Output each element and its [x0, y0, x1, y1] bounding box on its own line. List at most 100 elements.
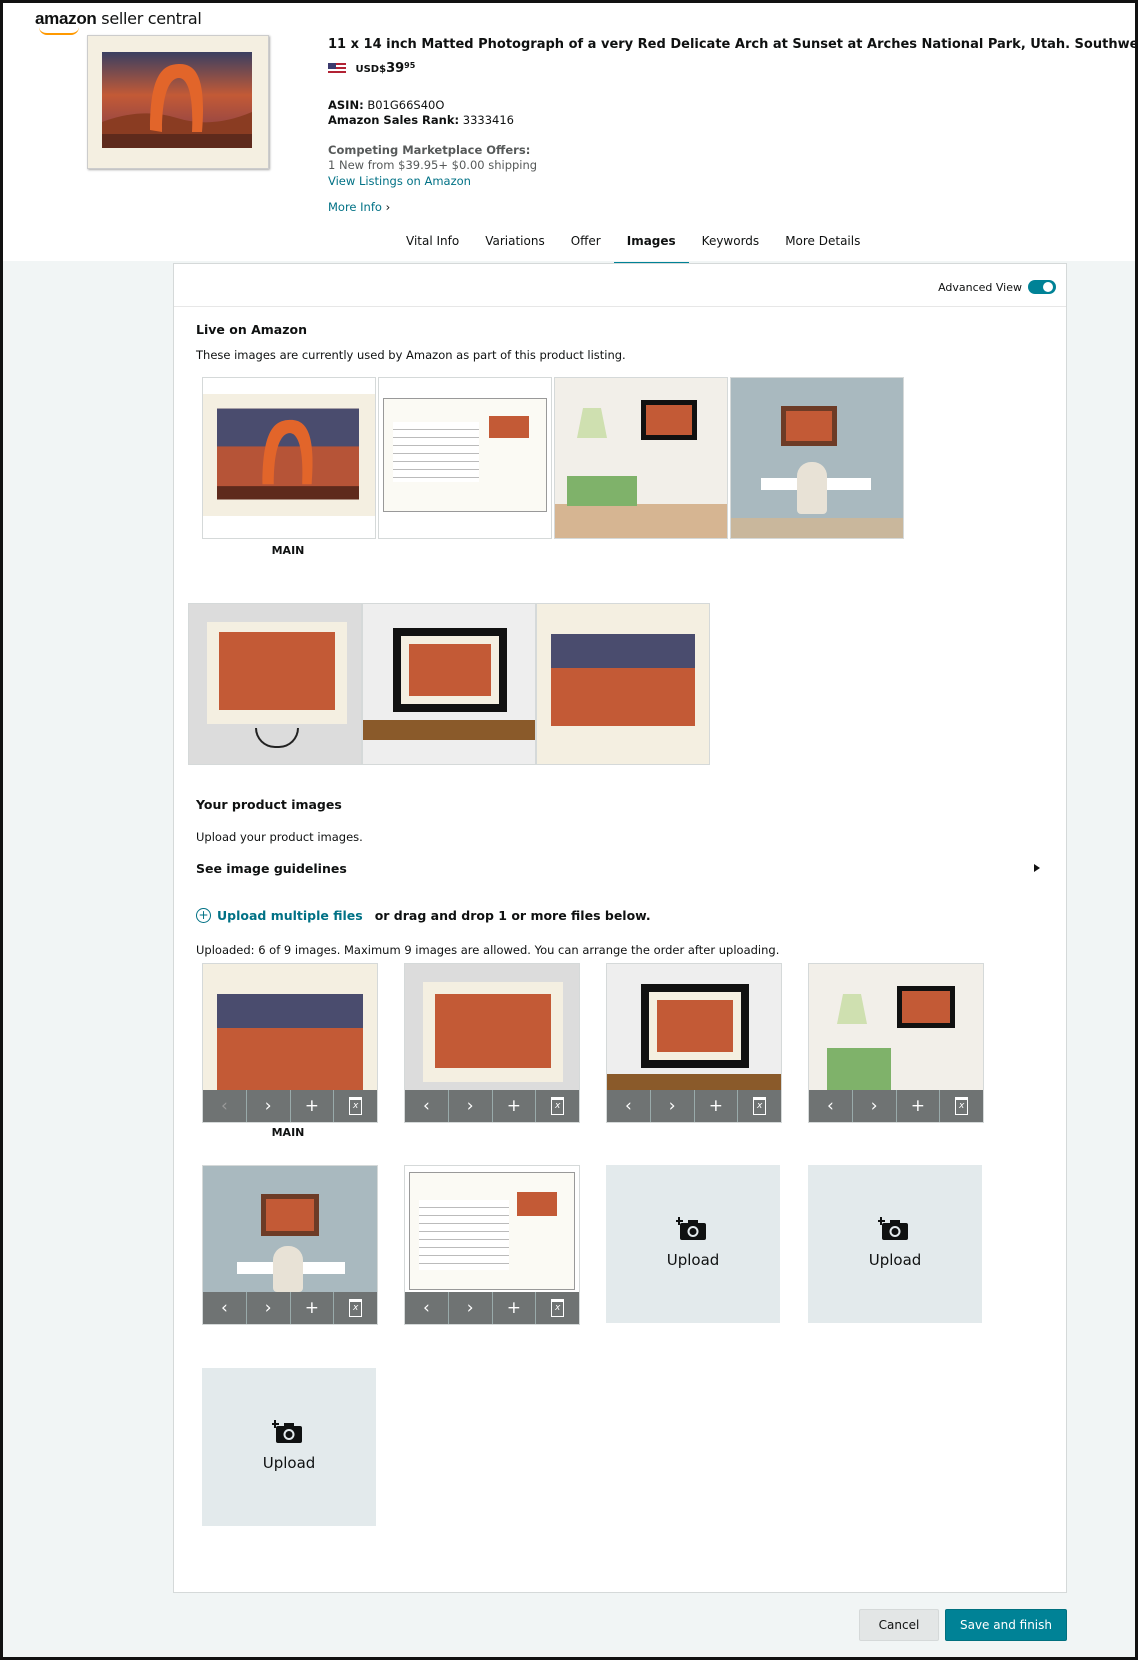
- image-controls: ‹ › + x: [203, 1090, 377, 1122]
- upload-slot-7[interactable]: Upload: [606, 1165, 780, 1323]
- delete-button[interactable]: x: [940, 1090, 983, 1122]
- product-image-1[interactable]: ‹ › + x: [202, 963, 378, 1123]
- tab-bar: Vital Info Variations Offer Images Keywo…: [393, 229, 873, 265]
- product-image-2[interactable]: ‹ › + x: [404, 963, 580, 1123]
- move-left-button[interactable]: ‹: [607, 1090, 651, 1122]
- delete-button[interactable]: x: [536, 1292, 579, 1324]
- sales-rank-row: Amazon Sales Rank: 3333416: [328, 113, 514, 127]
- zoom-button[interactable]: +: [290, 1090, 335, 1122]
- drag-drop-text: or drag and drop 1 or more files below.: [374, 908, 651, 923]
- competing-offers-label: Competing Marketplace Offers:: [328, 143, 531, 157]
- tab-images[interactable]: Images: [613, 229, 689, 265]
- product-image-3[interactable]: ‹ › + x: [606, 963, 782, 1123]
- move-right-button[interactable]: ›: [650, 1090, 695, 1122]
- live-image-easel: [188, 603, 362, 765]
- move-right-button[interactable]: ›: [448, 1292, 493, 1324]
- tab-variations[interactable]: Variations: [472, 229, 558, 260]
- add-photo-icon: [272, 1420, 302, 1443]
- expand-arrow-icon[interactable]: [1034, 864, 1040, 872]
- zoom-button[interactable]: +: [896, 1090, 941, 1122]
- image-controls: ‹ › + x: [607, 1090, 781, 1122]
- add-photo-icon: [878, 1217, 908, 1240]
- trash-icon: x: [551, 1299, 565, 1317]
- your-product-images-heading: Your product images: [196, 797, 342, 812]
- zoom-button[interactable]: +: [492, 1292, 537, 1324]
- advanced-view-toggle-row: Advanced View: [938, 280, 1056, 294]
- plus-circle-icon[interactable]: +: [196, 908, 211, 923]
- image-controls: ‹ › + x: [405, 1292, 579, 1324]
- seller-central-logo[interactable]: amazon seller central: [35, 9, 202, 35]
- live-on-amazon-description: These images are currently used by Amazo…: [196, 348, 626, 362]
- zoom-button[interactable]: +: [492, 1090, 537, 1122]
- images-panel: Advanced View Live on Amazon These image…: [173, 263, 1067, 1593]
- advanced-view-toggle[interactable]: [1028, 280, 1056, 294]
- delete-button[interactable]: x: [536, 1090, 579, 1122]
- trash-icon: x: [955, 1097, 969, 1115]
- arch-photo-icon: [217, 408, 359, 500]
- trash-icon: x: [753, 1097, 767, 1115]
- asin-value: B01G66S40O: [367, 98, 445, 112]
- product-image-4[interactable]: ‹ › + x: [808, 963, 984, 1123]
- upload-slot-8[interactable]: Upload: [808, 1165, 982, 1323]
- trash-icon: x: [551, 1097, 565, 1115]
- main-caption-product: MAIN: [271, 1126, 305, 1139]
- us-flag-icon: [328, 63, 346, 75]
- move-left-button[interactable]: ‹: [809, 1090, 853, 1122]
- logo-smile-icon: [39, 27, 79, 35]
- view-listings-link[interactable]: View Listings on Amazon: [328, 174, 471, 188]
- logo-brand: amazon: [35, 9, 97, 28]
- move-right-button[interactable]: ›: [852, 1090, 897, 1122]
- divider: [174, 306, 1066, 307]
- arch-photo-icon: [102, 52, 252, 148]
- sales-rank-label: Amazon Sales Rank:: [328, 113, 460, 127]
- trash-icon: x: [349, 1299, 363, 1317]
- chevron-right-icon: ›: [385, 200, 391, 214]
- move-left-button[interactable]: ‹: [405, 1090, 449, 1122]
- advanced-view-label: Advanced View: [938, 280, 1022, 294]
- zoom-button[interactable]: +: [290, 1292, 335, 1324]
- move-left-button[interactable]: ‹: [203, 1090, 247, 1122]
- delete-button[interactable]: x: [334, 1292, 377, 1324]
- more-info-label: More Info: [328, 200, 382, 214]
- tab-offer[interactable]: Offer: [558, 229, 614, 260]
- live-image-matted: [536, 603, 710, 765]
- asin-label: ASIN:: [328, 98, 364, 112]
- move-right-button[interactable]: ›: [448, 1090, 493, 1122]
- upload-label: Upload: [666, 1251, 720, 1269]
- product-image-5[interactable]: ‹ › + x: [202, 1165, 378, 1325]
- delete-button[interactable]: x: [738, 1090, 781, 1122]
- add-photo-icon: [676, 1217, 706, 1240]
- save-and-finish-button[interactable]: Save and finish: [945, 1609, 1067, 1641]
- your-product-images-description: Upload your product images.: [196, 830, 363, 844]
- logo-product: seller central: [101, 9, 202, 28]
- header-region: amazon seller central 11 x 14 inch Matte…: [3, 3, 1138, 265]
- main-caption: MAIN: [271, 544, 305, 557]
- upload-slot-9[interactable]: Upload: [202, 1368, 376, 1526]
- live-image-brick-wall: [362, 603, 536, 765]
- zoom-button[interactable]: +: [694, 1090, 739, 1122]
- trash-icon: x: [349, 1097, 363, 1115]
- upload-multiple-row: + Upload multiple files or drag and drop…: [196, 908, 651, 923]
- image-controls: ‹ › + x: [203, 1292, 377, 1324]
- move-right-button[interactable]: ›: [246, 1090, 291, 1122]
- tab-vital-info[interactable]: Vital Info: [393, 229, 472, 260]
- move-left-button[interactable]: ‹: [203, 1292, 247, 1324]
- competing-offers-text: 1 New from $39.95+ $0.00 shipping: [328, 158, 538, 172]
- cancel-button[interactable]: Cancel: [859, 1609, 939, 1641]
- tab-more-details[interactable]: More Details: [772, 229, 873, 260]
- live-on-amazon-heading: Live on Amazon: [196, 322, 307, 337]
- live-image-main: [202, 377, 376, 539]
- more-info-link[interactable]: More Info ›: [328, 200, 390, 214]
- price-whole: 39: [386, 61, 405, 76]
- price-currency: USD$: [355, 64, 387, 75]
- tab-keywords[interactable]: Keywords: [689, 229, 773, 260]
- delete-button[interactable]: x: [334, 1090, 377, 1122]
- move-right-button[interactable]: ›: [246, 1292, 291, 1324]
- upload-multiple-link[interactable]: Upload multiple files: [217, 908, 363, 923]
- product-thumbnail: [87, 35, 269, 169]
- see-image-guidelines-link[interactable]: See image guidelines: [196, 861, 347, 876]
- price-fraction: 95: [404, 61, 416, 70]
- move-left-button[interactable]: ‹: [405, 1292, 449, 1324]
- product-image-6[interactable]: ‹ › + x: [404, 1165, 580, 1325]
- product-title: 11 x 14 inch Matted Photograph of a very…: [328, 37, 1138, 52]
